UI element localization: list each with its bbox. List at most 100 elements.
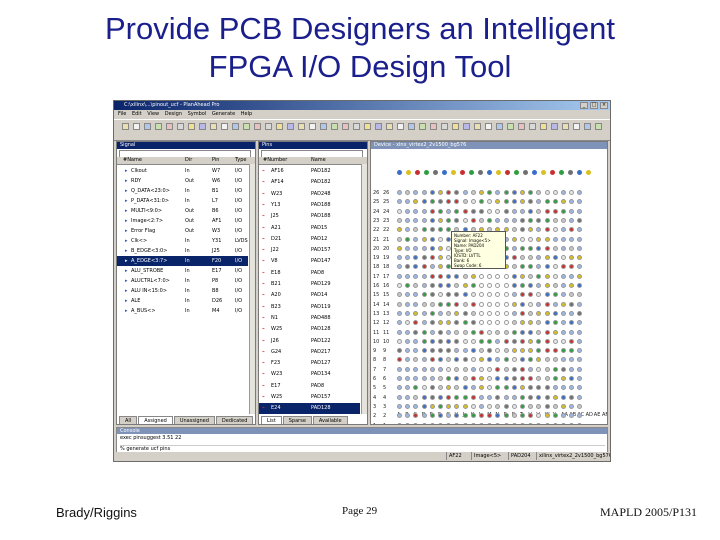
package-pin[interactable] (569, 320, 575, 326)
table-row[interactable]: ⌁ B21 PAD129 (259, 279, 360, 290)
package-pin[interactable] (462, 413, 468, 419)
toolbar-tool-icon[interactable] (276, 123, 283, 130)
package-pin[interactable] (487, 292, 493, 298)
package-pin[interactable] (511, 320, 517, 326)
package-pin[interactable] (577, 208, 583, 214)
package-pin[interactable] (569, 264, 575, 270)
package-pin[interactable] (577, 366, 583, 372)
package-pin[interactable] (561, 283, 566, 288)
package-pin[interactable] (528, 413, 534, 419)
package-pin[interactable] (528, 310, 534, 316)
package-pin[interactable] (454, 385, 460, 391)
package-pin[interactable] (552, 292, 558, 298)
package-pin[interactable] (470, 217, 476, 223)
menu-edit[interactable]: Edit (132, 110, 142, 118)
package-pin[interactable] (577, 320, 583, 326)
package-pin[interactable] (577, 310, 583, 316)
package-pin[interactable] (454, 376, 460, 381)
package-pin[interactable] (470, 283, 476, 288)
package-pin[interactable] (487, 190, 493, 195)
menu-help[interactable]: Help (241, 110, 252, 118)
package-pin[interactable] (454, 422, 460, 424)
table-row[interactable]: ⌁ AF14 PAD182 (259, 177, 360, 188)
package-pin[interactable] (577, 301, 583, 307)
package-pin[interactable] (520, 283, 525, 288)
package-pin[interactable] (577, 273, 583, 279)
package-pin[interactable] (429, 376, 435, 381)
package-pin[interactable] (561, 208, 566, 214)
package-pin[interactable] (520, 292, 525, 298)
package-pin[interactable] (454, 403, 460, 409)
package-pin[interactable] (405, 413, 411, 419)
package-pin[interactable] (413, 422, 419, 424)
package-pin[interactable] (528, 264, 534, 270)
toolbar-tool-icon[interactable] (595, 123, 602, 130)
toolbar-tool-icon[interactable] (518, 123, 525, 130)
package-pin[interactable] (438, 320, 443, 326)
package-pin[interactable] (413, 199, 419, 205)
package-pin[interactable] (544, 403, 550, 409)
package-pin[interactable] (544, 292, 550, 298)
package-pin[interactable] (569, 283, 575, 288)
package-pin[interactable] (438, 227, 443, 233)
package-pin[interactable] (511, 199, 517, 205)
package-pin[interactable] (503, 394, 509, 400)
package-pin[interactable] (421, 338, 427, 344)
package-pin[interactable] (511, 190, 517, 195)
package-pin[interactable] (536, 376, 542, 381)
package-pin[interactable] (544, 413, 550, 419)
package-pin[interactable] (536, 366, 542, 372)
package-pin[interactable] (479, 413, 484, 419)
package-pin[interactable] (487, 208, 493, 214)
package-pin[interactable] (470, 301, 476, 307)
package-pin[interactable] (470, 199, 476, 205)
package-pin[interactable] (495, 283, 501, 288)
tab-unassigned[interactable]: Unassigned (173, 416, 215, 424)
toolbar-tool-icon[interactable] (199, 123, 206, 130)
package-pin[interactable] (511, 329, 517, 335)
package-pin[interactable] (528, 394, 534, 400)
package-pin[interactable] (503, 190, 509, 195)
package-pin[interactable] (577, 245, 583, 251)
package-pin[interactable] (421, 329, 427, 335)
package-pin[interactable] (421, 199, 427, 205)
package-pin[interactable] (503, 329, 509, 335)
package-pin[interactable] (577, 357, 583, 363)
package-pin[interactable] (552, 283, 558, 288)
package-pin[interactable] (520, 338, 525, 344)
package-pin[interactable] (405, 385, 411, 391)
package-pin[interactable] (446, 348, 452, 354)
col-type[interactable]: Type (235, 157, 246, 164)
package-pin[interactable] (520, 273, 525, 279)
package-pin[interactable] (429, 338, 435, 344)
package-pin[interactable] (446, 301, 452, 307)
package-pin[interactable] (470, 320, 476, 326)
package-pin[interactable] (397, 227, 402, 233)
package-pin[interactable] (413, 403, 419, 409)
package-pin[interactable] (520, 403, 525, 409)
package-pin[interactable] (479, 292, 484, 298)
package-pin[interactable] (429, 190, 435, 195)
package-pin[interactable] (429, 422, 435, 424)
table-row[interactable]: ⌁ V8 PAD147 (259, 256, 360, 267)
table-row[interactable]: ⌁ J25 PAD188 (259, 211, 360, 222)
package-pin[interactable] (446, 320, 452, 326)
package-pin[interactable] (520, 199, 525, 205)
package-pin[interactable] (544, 283, 550, 288)
package-pin[interactable] (544, 320, 550, 326)
package-pin[interactable] (528, 236, 534, 242)
package-pin[interactable] (528, 357, 534, 363)
package-pin[interactable] (438, 329, 443, 335)
package-pin[interactable] (544, 273, 550, 279)
package-pin[interactable] (495, 413, 501, 419)
package-pin[interactable] (577, 385, 583, 391)
maximize-button[interactable]: □ (590, 102, 598, 109)
package-pin[interactable] (438, 394, 443, 400)
package-pin[interactable] (511, 236, 517, 242)
package-pin[interactable] (569, 357, 575, 363)
package-pin[interactable] (569, 394, 575, 400)
package-pin[interactable] (413, 245, 419, 251)
package-pin[interactable] (528, 217, 534, 223)
package-pin[interactable] (577, 227, 583, 233)
package-pin[interactable] (397, 190, 402, 195)
